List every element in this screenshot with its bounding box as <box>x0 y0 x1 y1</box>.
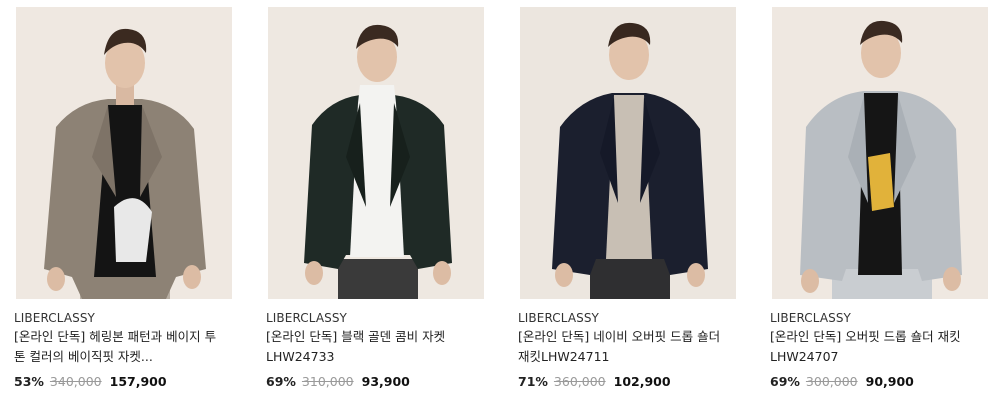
discount-rate: 69% <box>770 374 800 389</box>
product-image[interactable] <box>772 7 988 299</box>
model-photo <box>520 7 736 299</box>
product-name[interactable]: [온라인 단독] 오버핏 드롭 숄더 재킷LHW24707 <box>770 327 975 367</box>
product-brand: LIBERCLASSY <box>770 311 851 325</box>
product-brand: LIBERCLASSY <box>266 311 347 325</box>
product-brand: LIBERCLASSY <box>518 311 599 325</box>
discount-rate: 53% <box>14 374 44 389</box>
price-row: 53% 340,000 157,900 <box>14 374 167 389</box>
original-price: 310,000 <box>301 374 354 389</box>
product-image[interactable] <box>520 7 736 299</box>
product-card[interactable]: LIBERCLASSY [온라인 단독] 네이비 오버핏 드롭 숄더 재킷LHW… <box>504 0 736 416</box>
discount-rate: 71% <box>518 374 548 389</box>
product-brand: LIBERCLASSY <box>14 311 95 325</box>
sale-price: 157,900 <box>109 374 167 389</box>
price-row: 71% 360,000 102,900 <box>518 374 671 389</box>
sale-price: 90,900 <box>865 374 914 389</box>
original-price: 300,000 <box>805 374 858 389</box>
price-row: 69% 310,000 93,900 <box>266 374 410 389</box>
model-photo <box>772 7 988 299</box>
product-card[interactable]: LIBERCLASSY [온라인 단독] 헤링본 패턴과 베이지 투톤 컬러의 … <box>0 0 232 416</box>
product-image[interactable] <box>16 7 232 299</box>
model-photo <box>268 7 484 299</box>
model-photo <box>16 7 232 299</box>
original-price: 360,000 <box>553 374 606 389</box>
product-card[interactable]: LIBERCLASSY [온라인 단독] 블랙 골덴 콤비 자켓 LHW2473… <box>252 0 484 416</box>
sale-price: 93,900 <box>361 374 410 389</box>
price-row: 69% 300,000 90,900 <box>770 374 914 389</box>
product-grid: LIBERCLASSY [온라인 단독] 헤링본 패턴과 베이지 투톤 컬러의 … <box>0 0 991 416</box>
product-image[interactable] <box>268 7 484 299</box>
product-name[interactable]: [온라인 단독] 헤링본 패턴과 베이지 투톤 컬러의 베이직핏 자켓... <box>14 327 219 367</box>
product-card[interactable]: LIBERCLASSY [온라인 단독] 오버핏 드롭 숄더 재킷LHW2470… <box>756 0 988 416</box>
product-name[interactable]: [온라인 단독] 블랙 골덴 콤비 자켓 LHW24733 <box>266 327 471 367</box>
sale-price: 102,900 <box>613 374 671 389</box>
discount-rate: 69% <box>266 374 296 389</box>
product-name[interactable]: [온라인 단독] 네이비 오버핏 드롭 숄더 재킷LHW24711 <box>518 327 723 367</box>
original-price: 340,000 <box>49 374 102 389</box>
